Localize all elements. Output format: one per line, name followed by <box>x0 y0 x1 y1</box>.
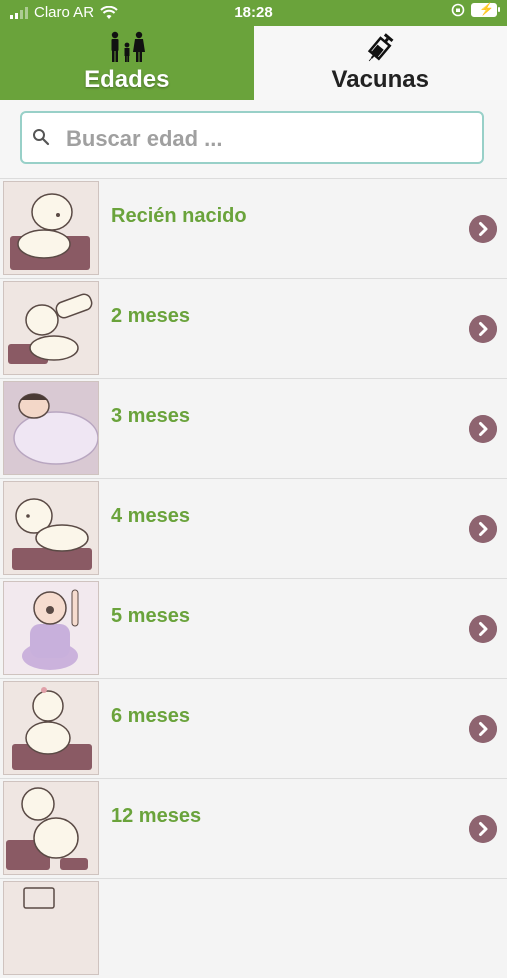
list-item[interactable]: 3 meses <box>0 378 507 478</box>
chevron-right-icon[interactable] <box>469 215 497 243</box>
baby-5-months-thumbnail <box>3 581 99 675</box>
syringe-icon <box>360 31 400 65</box>
status-time: 18:28 <box>0 4 507 21</box>
list-item[interactable]: 2 meses <box>0 278 507 378</box>
list-item[interactable]: 12 meses <box>0 778 507 878</box>
chevron-right-icon[interactable] <box>469 415 497 443</box>
list-item-label: 4 meses <box>111 505 190 528</box>
list-item-label: 12 meses <box>111 805 201 828</box>
list-item-label: 2 meses <box>111 305 190 328</box>
status-bar: Claro AR 18:28 ⚡ <box>0 0 507 26</box>
search-icon <box>32 128 50 146</box>
age-list: Recién nacido 2 meses <box>0 178 507 978</box>
baby-12-months-thumbnail <box>3 781 99 875</box>
baby-next-thumbnail <box>3 881 99 975</box>
list-item-label: Recién nacido <box>111 205 247 228</box>
chevron-right-icon[interactable] <box>469 815 497 843</box>
search-input[interactable] <box>64 122 468 156</box>
baby-newborn-thumbnail <box>3 181 99 275</box>
battery-icon: ⚡ <box>471 3 497 17</box>
family-icon <box>107 31 147 65</box>
status-right: ⚡ <box>451 3 497 17</box>
list-item[interactable]: Recién nacido <box>0 178 507 278</box>
tab-edades-label: Edades <box>0 66 254 94</box>
tab-vacunas[interactable]: Vacunas <box>254 26 507 101</box>
search-box[interactable] <box>20 111 484 164</box>
list-item[interactable]: 4 meses <box>0 478 507 578</box>
baby-3-months-thumbnail <box>3 381 99 475</box>
tab-bar: Edades Vacunas <box>0 26 507 100</box>
list-item[interactable]: 6 meses <box>0 678 507 778</box>
list-item-partial[interactable] <box>0 878 507 978</box>
chevron-right-icon[interactable] <box>469 715 497 743</box>
orientation-lock-icon <box>451 3 465 17</box>
baby-6-months-thumbnail <box>3 681 99 775</box>
tab-edades[interactable]: Edades <box>0 26 254 100</box>
list-item-label: 3 meses <box>111 405 190 428</box>
list-item-label: 6 meses <box>111 705 190 728</box>
chevron-right-icon[interactable] <box>469 315 497 343</box>
list-item-label: 5 meses <box>111 605 190 628</box>
search-bar <box>0 100 507 178</box>
baby-2-months-thumbnail <box>3 281 99 375</box>
tab-vacunas-label: Vacunas <box>254 66 507 94</box>
chevron-right-icon[interactable] <box>469 515 497 543</box>
list-item[interactable]: 5 meses <box>0 578 507 678</box>
baby-4-months-thumbnail <box>3 481 99 575</box>
chevron-right-icon[interactable] <box>469 615 497 643</box>
